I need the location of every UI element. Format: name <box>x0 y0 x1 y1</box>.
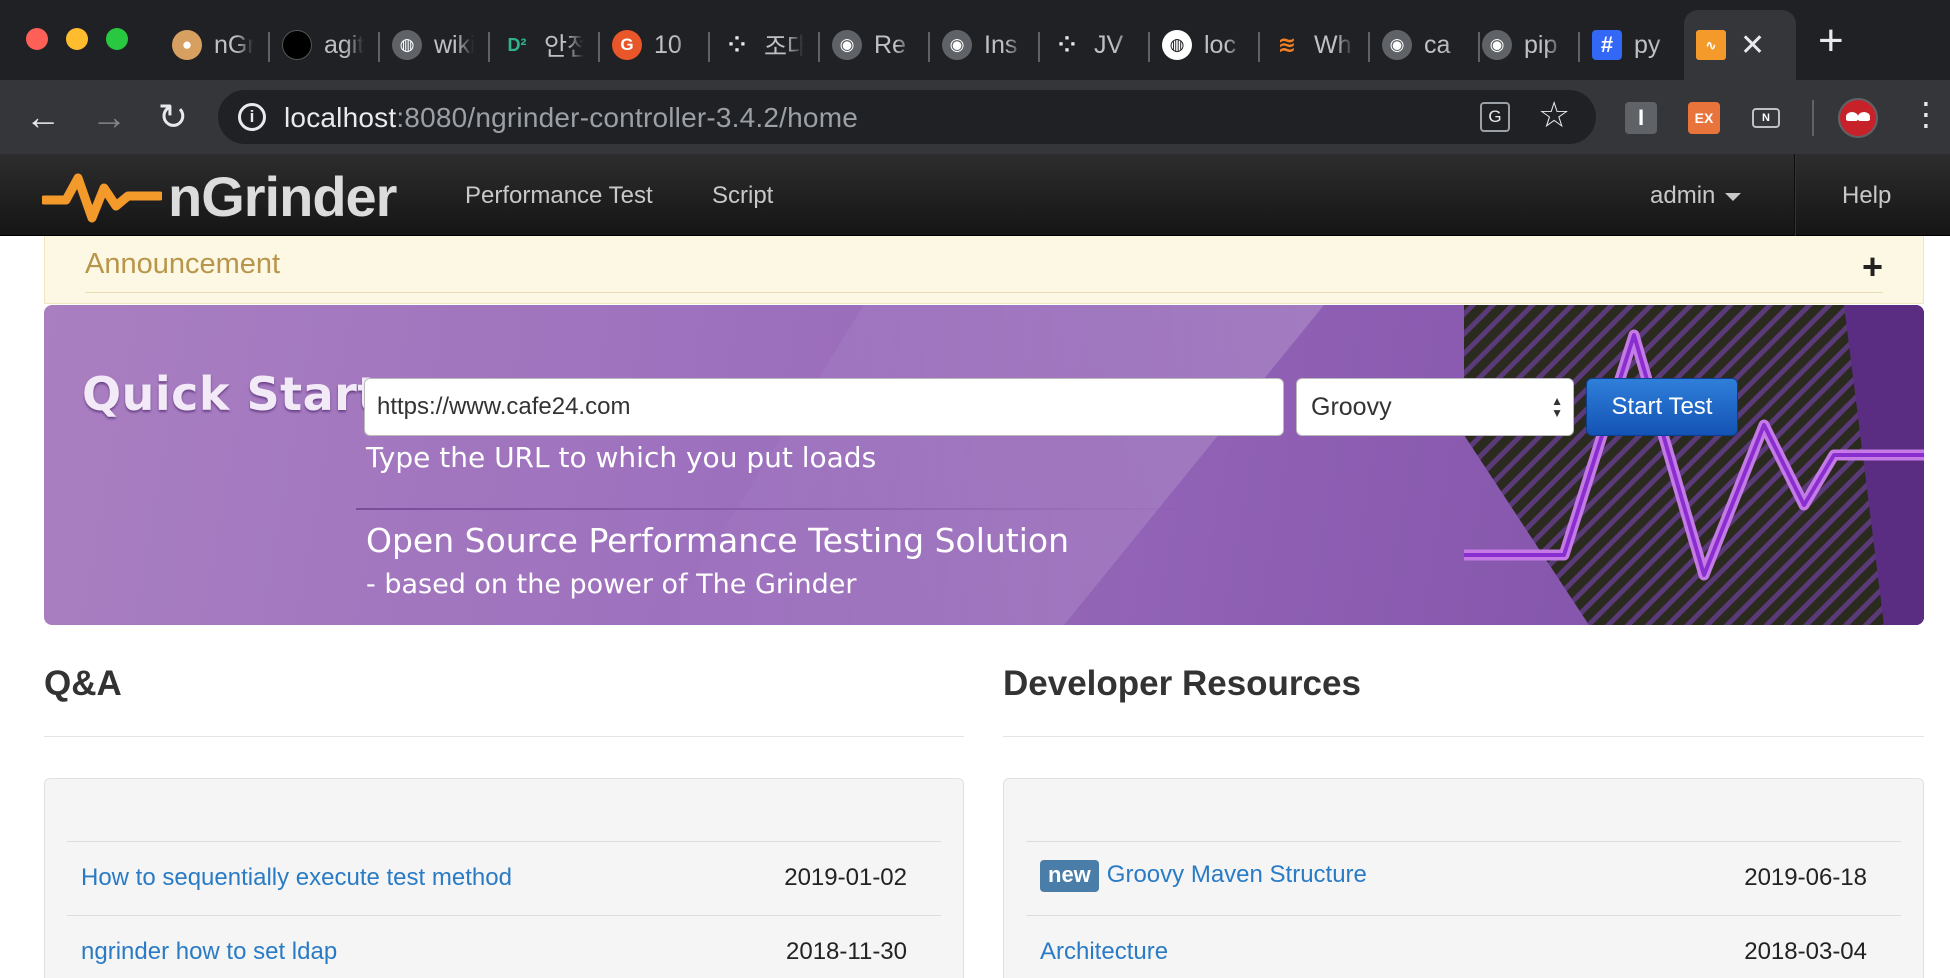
qa-title: Q&A <box>44 664 122 703</box>
caret-down-icon <box>1725 192 1742 201</box>
brand-name: nGrinder <box>168 164 397 228</box>
nav-divider <box>1794 154 1796 236</box>
hash-icon: # <box>1592 30 1622 60</box>
browser-tab[interactable]: ◍ wiki <box>380 10 490 80</box>
dev-resources-divider <box>1003 736 1924 737</box>
ngrinder-icon: ∿ <box>1696 30 1726 60</box>
close-icon[interactable]: ✕ <box>1740 28 1765 63</box>
stackoverflow-icon: ≋ <box>1277 32 1297 57</box>
dev-link[interactable]: Architecture <box>1040 938 1168 966</box>
forward-arrow-icon[interactable]: → <box>84 92 134 142</box>
github-icon: ◉ <box>832 30 862 60</box>
github-icon: ◉ <box>1482 30 1512 60</box>
browser-tab[interactable]: G 10 <box>600 10 710 80</box>
black-circle-icon <box>282 30 312 60</box>
url-hint: Type the URL to which you put loads <box>366 441 877 474</box>
expand-plus-icon[interactable]: + <box>1862 246 1883 288</box>
language-value: Groovy <box>1311 393 1392 421</box>
banner-tagline: Open Source Performance Testing Solution <box>366 521 1070 560</box>
script-language-select[interactable]: Groovy ▲ ▼ <box>1296 378 1574 436</box>
browser-tab[interactable]: ⁘ JV <box>1040 10 1150 80</box>
browser-tab-active[interactable]: ∿ ✕ <box>1684 10 1796 80</box>
new-badge: new <box>1040 860 1099 892</box>
bookmark-star-icon[interactable]: ☆ <box>1538 94 1570 136</box>
user-name: admin <box>1650 182 1716 209</box>
browser-tab[interactable]: ≋ Wh <box>1260 10 1370 80</box>
browser-tab[interactable]: ◉ pip <box>1470 10 1580 80</box>
new-tab-icon[interactable]: + <box>1818 16 1844 66</box>
extension-icon[interactable]: N <box>1752 108 1780 128</box>
qa-link[interactable]: ngrinder how to set ldap <box>81 938 337 966</box>
translate-icon[interactable]: G <box>1480 102 1510 132</box>
browser-tab-strip: ● nGrinder agit ◍ wiki D² 안전 G 10 ⁘ 조대 ◉… <box>0 0 1950 80</box>
announcement-divider <box>85 292 1883 293</box>
ngrinder-logo-icon <box>42 173 162 223</box>
dog-icon: ● <box>172 30 202 60</box>
browser-tab[interactable]: ◍ loc <box>1150 10 1260 80</box>
dev-link[interactable]: new Groovy Maven Structure <box>1040 860 1367 892</box>
window-minimize-button[interactable] <box>66 28 88 50</box>
banner-divider <box>356 508 1236 510</box>
browser-tab[interactable]: ◉ Re <box>820 10 930 80</box>
github-icon: ◉ <box>942 30 972 60</box>
table-row: ngrinder how to set ldap 2018-11-30 <box>67 915 941 978</box>
dev-resources-title: Developer Resources <box>1003 664 1361 703</box>
extension-icon[interactable]: EX <box>1688 102 1720 134</box>
browser-tab[interactable]: # py <box>1580 10 1680 80</box>
nav-performance-test[interactable]: Performance Test <box>465 182 653 210</box>
row-date: 2018-03-04 <box>1744 938 1867 965</box>
reload-icon[interactable]: ↻ <box>148 92 198 142</box>
url-text[interactable]: localhost:8080/ngrinder-controller-3.4.2… <box>284 102 858 134</box>
profile-avatar[interactable] <box>1838 98 1878 138</box>
row-date: 2018-11-30 <box>786 938 907 965</box>
browser-tab[interactable]: agit <box>270 10 380 80</box>
app-navbar: nGrinder Performance Test Script admin H… <box>0 154 1950 236</box>
table-row: Architecture 2018-03-04 <box>1026 915 1901 978</box>
extension-icon[interactable]: I <box>1625 102 1657 134</box>
globe-icon: ◍ <box>392 30 422 60</box>
qa-panel: How to sequentially execute test method … <box>44 778 964 978</box>
banner-decoration <box>664 305 1924 625</box>
browser-tab[interactable]: ◉ ca <box>1370 10 1480 80</box>
globe-white-icon: ◍ <box>1162 30 1192 60</box>
d2-icon: D² <box>507 34 527 55</box>
brand-logo[interactable]: nGrinder <box>42 162 397 230</box>
browser-tab[interactable]: ⁘ 조대 <box>710 10 820 80</box>
gitlab-icon: G <box>612 30 642 60</box>
window-close-button[interactable] <box>26 28 48 50</box>
browser-tab[interactable]: ● nGrinder <box>160 10 270 80</box>
address-bar[interactable]: i localhost:8080/ngrinder-controller-3.4… <box>218 90 1596 144</box>
table-row: new Groovy Maven Structure 2019-06-18 <box>1026 841 1901 915</box>
table-row: How to sequentially execute test method … <box>67 841 941 915</box>
browser-toolbar: ← → ↻ i localhost:8080/ngrinder-controll… <box>0 80 1950 154</box>
announcement-bar: Announcement + <box>44 236 1924 304</box>
user-menu[interactable]: admin <box>1650 182 1742 210</box>
dev-resources-panel: new Groovy Maven Structure 2019-06-18 Arc… <box>1003 778 1924 978</box>
announcement-title: Announcement <box>85 248 281 280</box>
quick-start-banner: Quick Start Groovy ▲▼ Start Test Type th… <box>44 305 1924 625</box>
qa-divider <box>44 736 964 737</box>
start-test-button[interactable]: Start Test <box>1586 378 1738 436</box>
dots-icon: ⁘ <box>727 32 747 57</box>
banner-subline: - based on the power of The Grinder <box>366 569 857 600</box>
row-date: 2019-06-18 <box>1744 864 1867 891</box>
row-date: 2019-01-02 <box>784 864 907 891</box>
kebab-menu-icon[interactable]: ⋮ <box>1910 96 1942 132</box>
browser-tab[interactable]: ◉ Ins <box>930 10 1040 80</box>
window-zoom-button[interactable] <box>106 28 128 50</box>
quick-start-title: Quick Start <box>82 367 380 421</box>
back-arrow-icon[interactable]: ← <box>18 92 68 142</box>
dots-icon: ⁘ <box>1057 32 1077 57</box>
github-icon: ◉ <box>1382 30 1412 60</box>
nav-script[interactable]: Script <box>712 182 773 210</box>
nav-help[interactable]: Help <box>1842 182 1891 210</box>
info-icon[interactable]: i <box>238 103 266 131</box>
qa-link[interactable]: How to sequentially execute test method <box>81 864 512 892</box>
updown-arrows-icon: ▲ ▼ <box>1551 394 1563 420</box>
toolbar-divider <box>1812 100 1814 136</box>
browser-tab[interactable]: D² 안전 <box>490 10 600 80</box>
url-input[interactable] <box>364 378 1284 436</box>
